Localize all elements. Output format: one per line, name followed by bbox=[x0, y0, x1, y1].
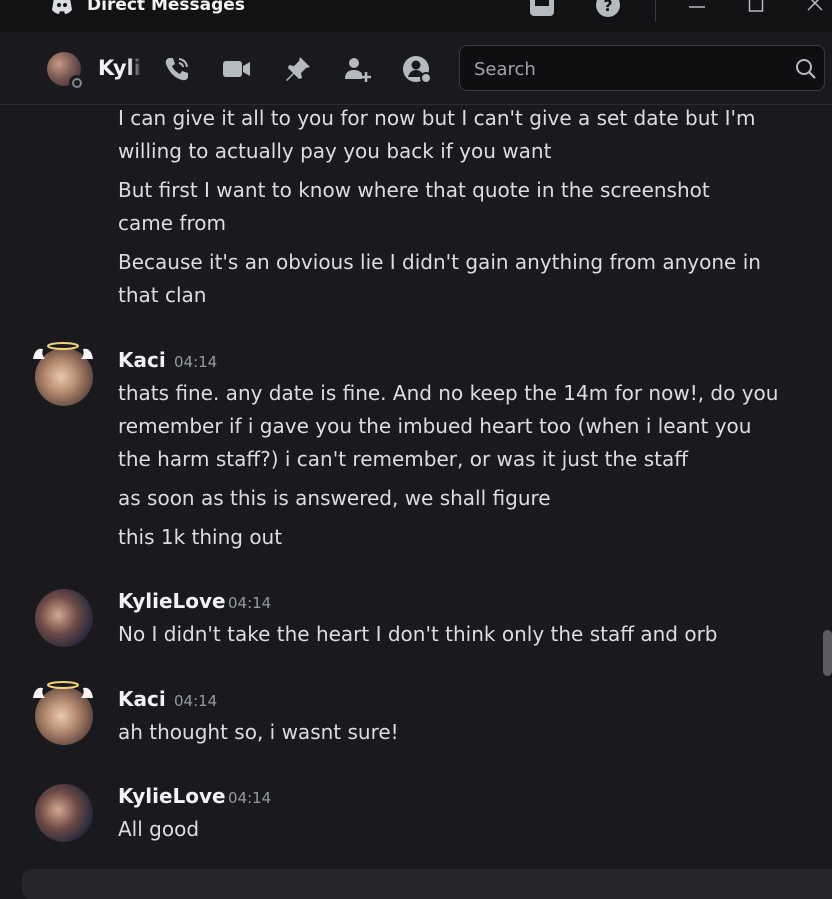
video-call-icon[interactable] bbox=[221, 54, 251, 84]
window-titlebar: Direct Messages ? bbox=[0, 0, 832, 32]
window-title: Direct Messages bbox=[87, 0, 245, 15]
message-line: remember if i gave you the imbued heart … bbox=[118, 414, 752, 438]
message-line: this 1k thing out bbox=[118, 525, 283, 549]
avatar[interactable] bbox=[35, 784, 93, 842]
halo-wings-decoration-icon bbox=[33, 681, 93, 698]
message-author[interactable]: Kaci bbox=[118, 348, 166, 372]
message-line: as soon as this is answered, we shall fi… bbox=[118, 486, 551, 510]
message-line: All good bbox=[118, 817, 200, 841]
message-line: that clan bbox=[118, 283, 207, 307]
add-friends-icon[interactable] bbox=[342, 54, 372, 84]
message-timestamp: 04:14 bbox=[228, 594, 272, 612]
offline-status-icon bbox=[69, 75, 85, 91]
help-icon[interactable]: ? bbox=[594, 0, 622, 18]
search-input[interactable] bbox=[472, 54, 776, 84]
message-line: came from bbox=[118, 211, 226, 235]
scrollbar-thumb[interactable] bbox=[823, 630, 832, 676]
close-icon[interactable] bbox=[806, 0, 824, 14]
message-author[interactable]: KylieLove bbox=[118, 784, 226, 808]
phone-call-icon[interactable] bbox=[162, 54, 192, 84]
message-list: I can give it all to you for now but I c… bbox=[0, 105, 832, 870]
maximize-icon[interactable] bbox=[748, 0, 764, 14]
message-author[interactable]: Kaci bbox=[118, 687, 166, 711]
titlebar-divider bbox=[655, 0, 656, 22]
message-line: I can give it all to you for now but I c… bbox=[118, 106, 756, 130]
message-line: No I didn't take the heart I don't think… bbox=[118, 622, 718, 646]
search-box[interactable] bbox=[459, 45, 825, 91]
message-timestamp: 04:14 bbox=[174, 692, 218, 710]
message-timestamp: 04:14 bbox=[174, 353, 218, 371]
message-line: thats fine. any date is fine. And no kee… bbox=[118, 381, 779, 405]
message-line: willing to actually pay you back if you … bbox=[118, 139, 552, 163]
avatar[interactable] bbox=[35, 589, 93, 647]
message-line: ah thought so, i wasnt sure! bbox=[118, 720, 399, 744]
message-line: But first I want to know where that quot… bbox=[118, 178, 710, 202]
search-icon[interactable] bbox=[794, 57, 818, 81]
user-profile-icon[interactable] bbox=[402, 54, 432, 84]
message-line: the harm staff?) i can't remember, or wa… bbox=[118, 447, 689, 471]
inbox-icon[interactable] bbox=[528, 0, 556, 18]
halo-wings-decoration-icon bbox=[33, 342, 93, 359]
message-author[interactable]: KylieLove bbox=[118, 589, 226, 613]
svg-text:?: ? bbox=[603, 0, 612, 15]
minimize-icon[interactable] bbox=[688, 0, 706, 14]
message-composer[interactable] bbox=[22, 869, 832, 899]
message-timestamp: 04:14 bbox=[228, 789, 272, 807]
message-line: Because it's an obvious lie I didn't gai… bbox=[118, 250, 761, 274]
discord-logo-icon bbox=[52, 0, 72, 14]
pin-icon[interactable] bbox=[283, 54, 313, 84]
recipient-name[interactable]: KylieLove bbox=[98, 56, 142, 80]
dm-header: KylieLove bbox=[0, 32, 832, 105]
